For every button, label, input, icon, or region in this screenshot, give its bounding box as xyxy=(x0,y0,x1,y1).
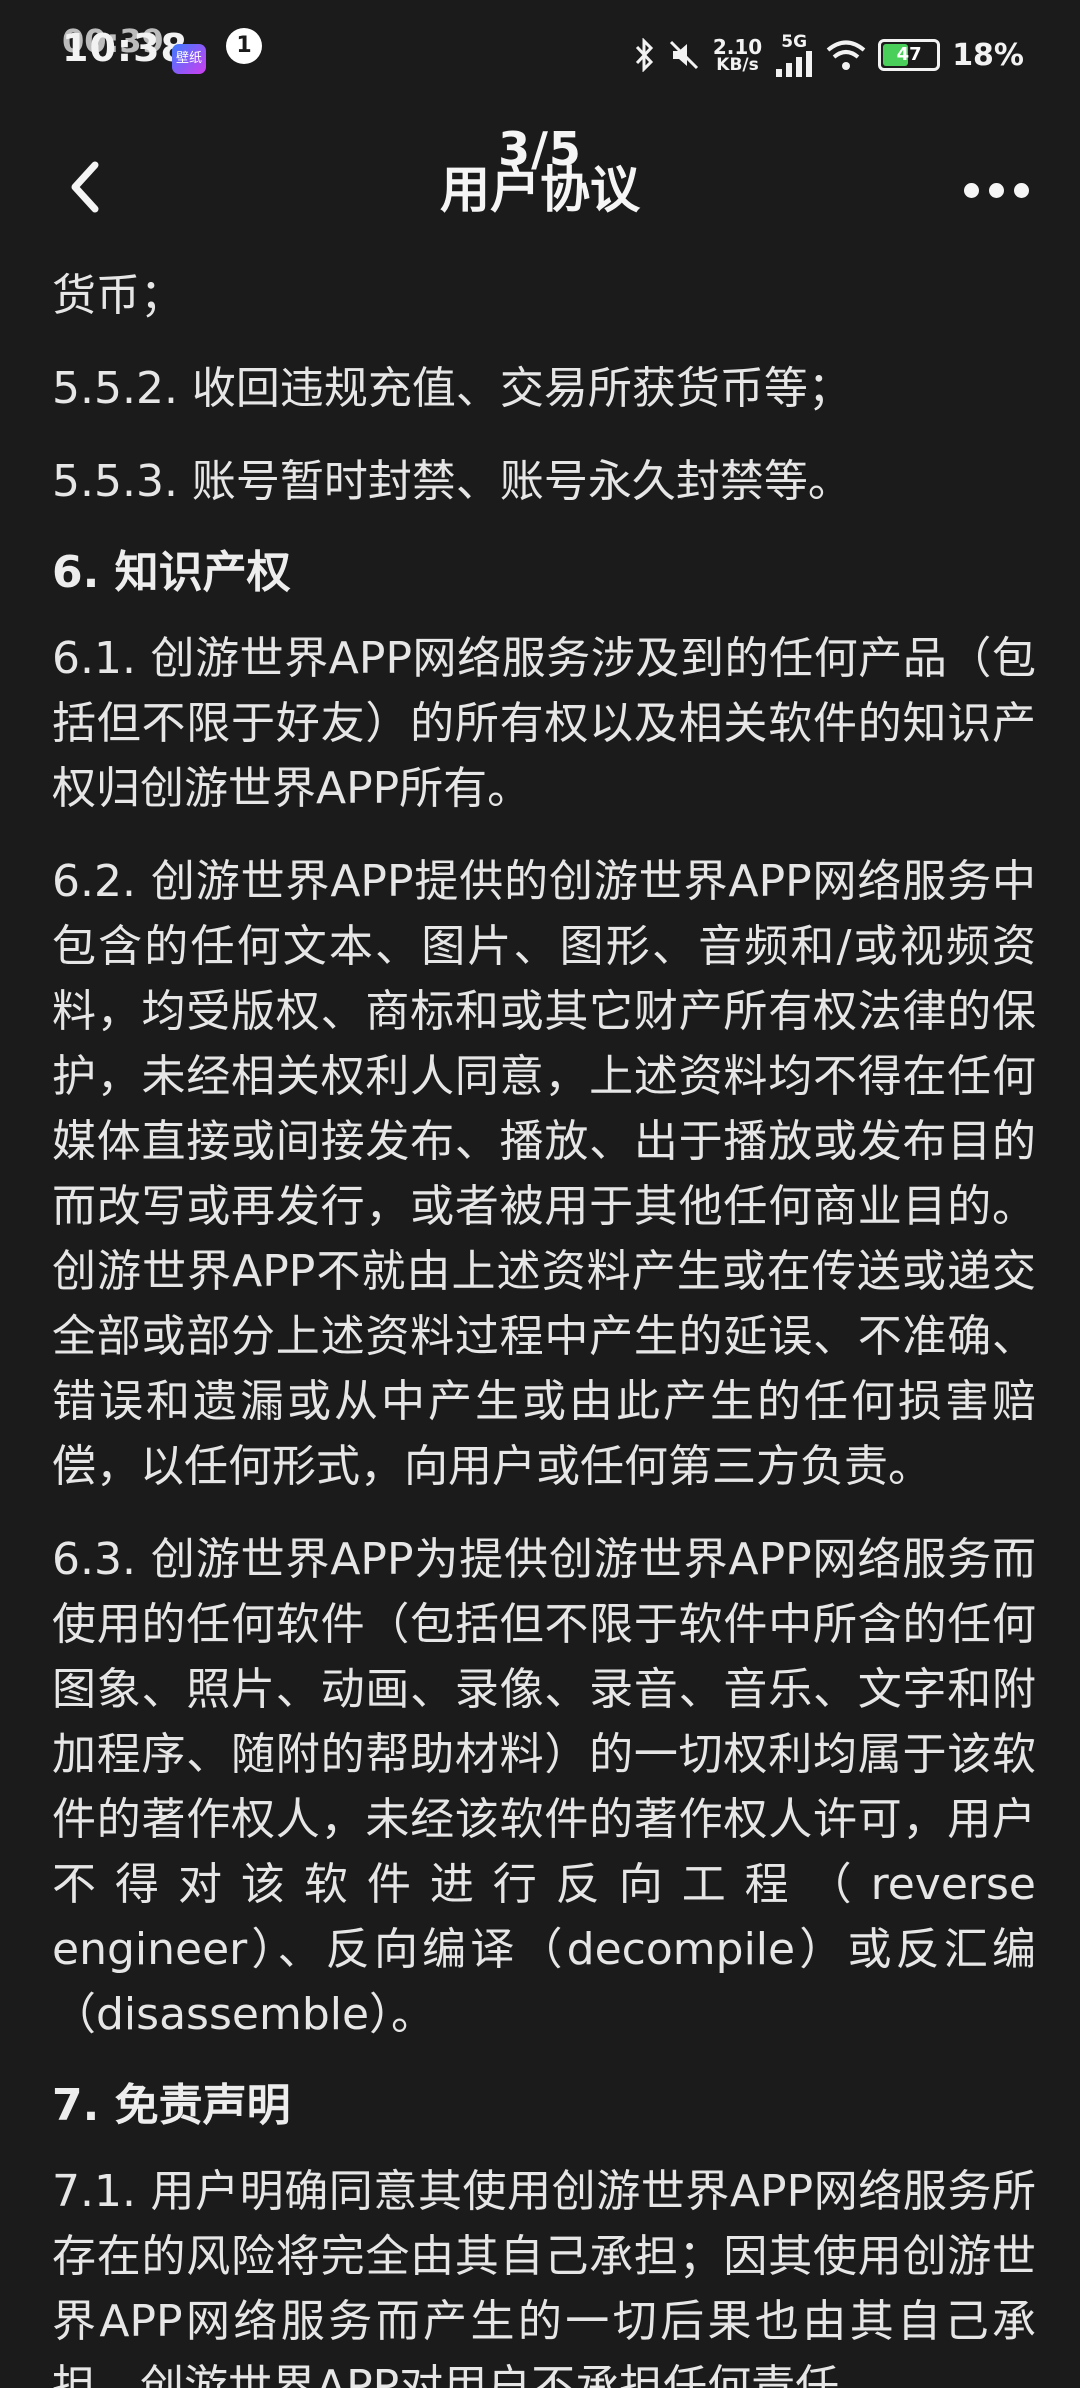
clause-6-3: 6.3. 创游世界APP为提供创游世界APP网络服务而使用的任何软件（包括但不限… xyxy=(52,1534,1036,2040)
battery-icon: 47 xyxy=(878,39,941,71)
section-heading-7: 7. 免责声明 xyxy=(52,2080,291,2131)
clause-6-1: 6.1. 创游世界APP网络服务涉及到的任何产品（包括但不限于好友）的所有权以及… xyxy=(52,633,1036,814)
status-bar: 00:39 10:38 壁纸 1 2.10 KB/s 5G 47 18% xyxy=(0,0,1080,110)
more-dots-icon xyxy=(963,182,979,198)
net-speed: 2.10 KB/s xyxy=(713,37,762,74)
clause-5-5-3: 5.5.3. 账号暂时封禁、账号永久封禁等。 xyxy=(52,456,852,507)
agreement-scroll: 5.5.1. 扣除违规充值、交易所获任何创游世界虚拟货币； 5.5.2. 收回违… xyxy=(52,260,1036,2388)
wallpaper-app-icon: 壁纸 xyxy=(172,44,206,74)
signal-icon xyxy=(776,50,813,77)
more-options-button[interactable] xyxy=(956,162,1036,218)
status-icons: 2.10 KB/s 5G 47 18% xyxy=(633,30,1024,80)
net-speed-unit: KB/s xyxy=(716,54,759,75)
clause-5-5-2: 5.5.2. 收回违规充值、交易所获货币等； xyxy=(52,363,852,414)
clause-7-1: 7.1. 用户明确同意其使用创游世界APP网络服务所存在的风险将完全由其自己承担… xyxy=(52,2166,1036,2388)
page-indicator: 3/5 xyxy=(498,122,582,176)
network-type: 5G xyxy=(774,31,814,77)
clause-6-2: 6.2. 创游世界APP提供的创游世界APP网络服务中包含的任何文本、图片、图形… xyxy=(52,856,1036,1492)
status-time: 10:38 xyxy=(62,26,188,70)
section-heading-6: 6. 知识产权 xyxy=(52,547,291,598)
net-speed-value: 2.10 xyxy=(712,34,763,59)
battery-percent: 18% xyxy=(952,37,1024,73)
battery-level: 47 xyxy=(896,44,922,65)
mute-icon xyxy=(669,40,698,70)
network-type-label: 5G xyxy=(781,31,808,52)
bluetooth-icon xyxy=(635,38,653,72)
agreement-content[interactable]: 5.5.1. 扣除违规充值、交易所获任何创游世界虚拟货币； 5.5.2. 收回违… xyxy=(0,260,1080,2388)
notification-count-badge: 1 xyxy=(226,28,262,64)
app-header: 用户协议 3/5 xyxy=(0,110,1080,260)
clause-5-5-1: 5.5.1. 扣除违规充值、交易所获任何创游世界虚拟货币； xyxy=(52,270,184,321)
wifi-icon xyxy=(826,40,866,70)
